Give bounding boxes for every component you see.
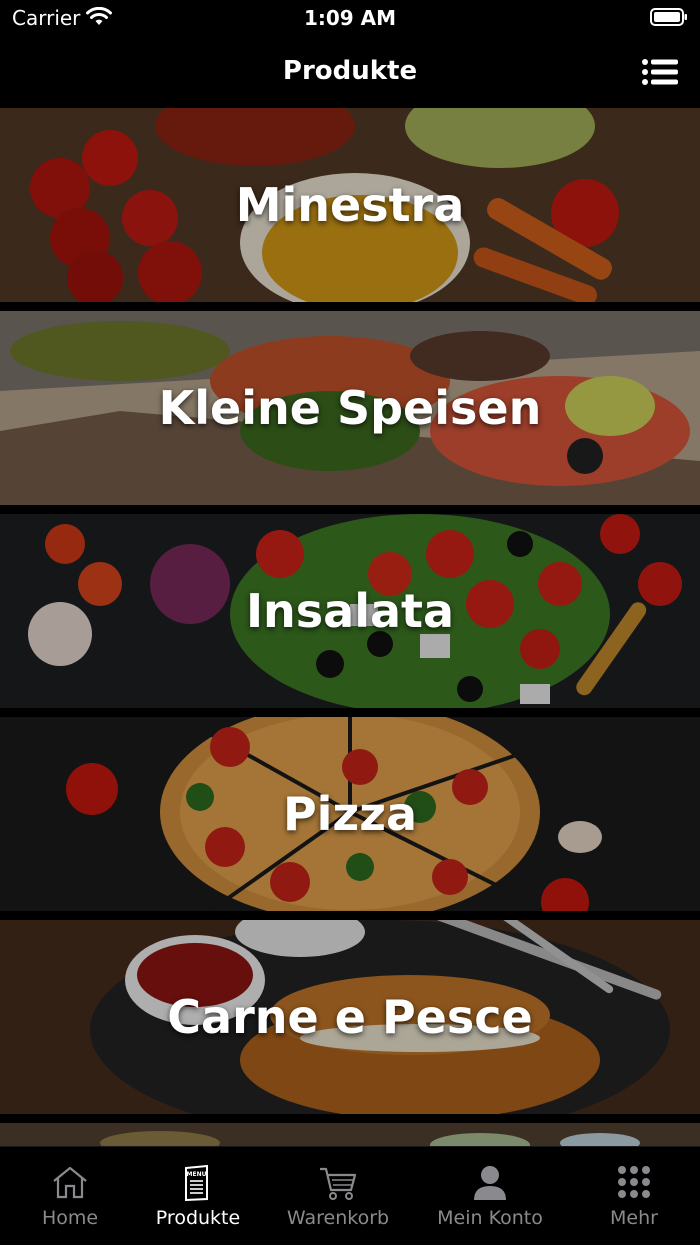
grid-icon <box>618 1166 650 1198</box>
category-tile-minestra[interactable]: Minestra <box>0 108 700 302</box>
category-tile-partial[interactable] <box>0 1123 700 1146</box>
page-title: Produkte <box>282 56 418 86</box>
tab-home[interactable]: Home <box>0 1147 140 1245</box>
tab-mehr[interactable]: Mehr <box>564 1147 700 1245</box>
category-label: Minestra <box>235 178 465 232</box>
category-image <box>0 1123 700 1146</box>
category-tile-insalata[interactable]: Insalata <box>0 514 700 708</box>
home-icon <box>53 1166 87 1199</box>
category-list: Minestra Kleine Speisen Insalata Pizza C… <box>0 108 700 1146</box>
tab-produkte[interactable]: MENU Produkte <box>128 1147 268 1245</box>
category-tile-kleine-speisen[interactable]: Kleine Speisen <box>0 311 700 505</box>
list-icon[interactable] <box>642 58 678 86</box>
tab-mein-konto[interactable]: Mein Konto <box>420 1147 560 1245</box>
category-tile-carne-e-pesce[interactable]: Carne e Pesce <box>0 920 700 1114</box>
cart-icon <box>320 1167 357 1200</box>
category-tile-pizza[interactable]: Pizza <box>0 717 700 911</box>
tab-label: Produkte <box>155 1207 241 1229</box>
menu-card-icon: MENU <box>185 1165 208 1201</box>
tab-label: Mein Konto <box>437 1207 543 1229</box>
tab-warenkorb[interactable]: Warenkorb <box>268 1147 408 1245</box>
tab-bar: Home MENU Produkte Warenkorb Mein Konto <box>0 1146 700 1245</box>
category-label: Kleine Speisen <box>158 381 542 435</box>
navigation-bar: Produkte <box>0 36 700 108</box>
tab-label: Home <box>41 1207 99 1229</box>
battery-icon <box>650 8 687 26</box>
tab-label: Mehr <box>610 1207 658 1229</box>
category-label: Carne e Pesce <box>167 990 533 1044</box>
svg-text:MENU: MENU <box>187 1171 207 1178</box>
tab-label: Warenkorb <box>286 1207 390 1229</box>
user-icon <box>474 1166 506 1200</box>
category-label: Insalata <box>245 584 455 638</box>
category-label: Pizza <box>282 787 418 841</box>
clock: 1:09 AM <box>303 6 397 30</box>
status-bar: Carrier 1:09 AM <box>0 0 700 36</box>
